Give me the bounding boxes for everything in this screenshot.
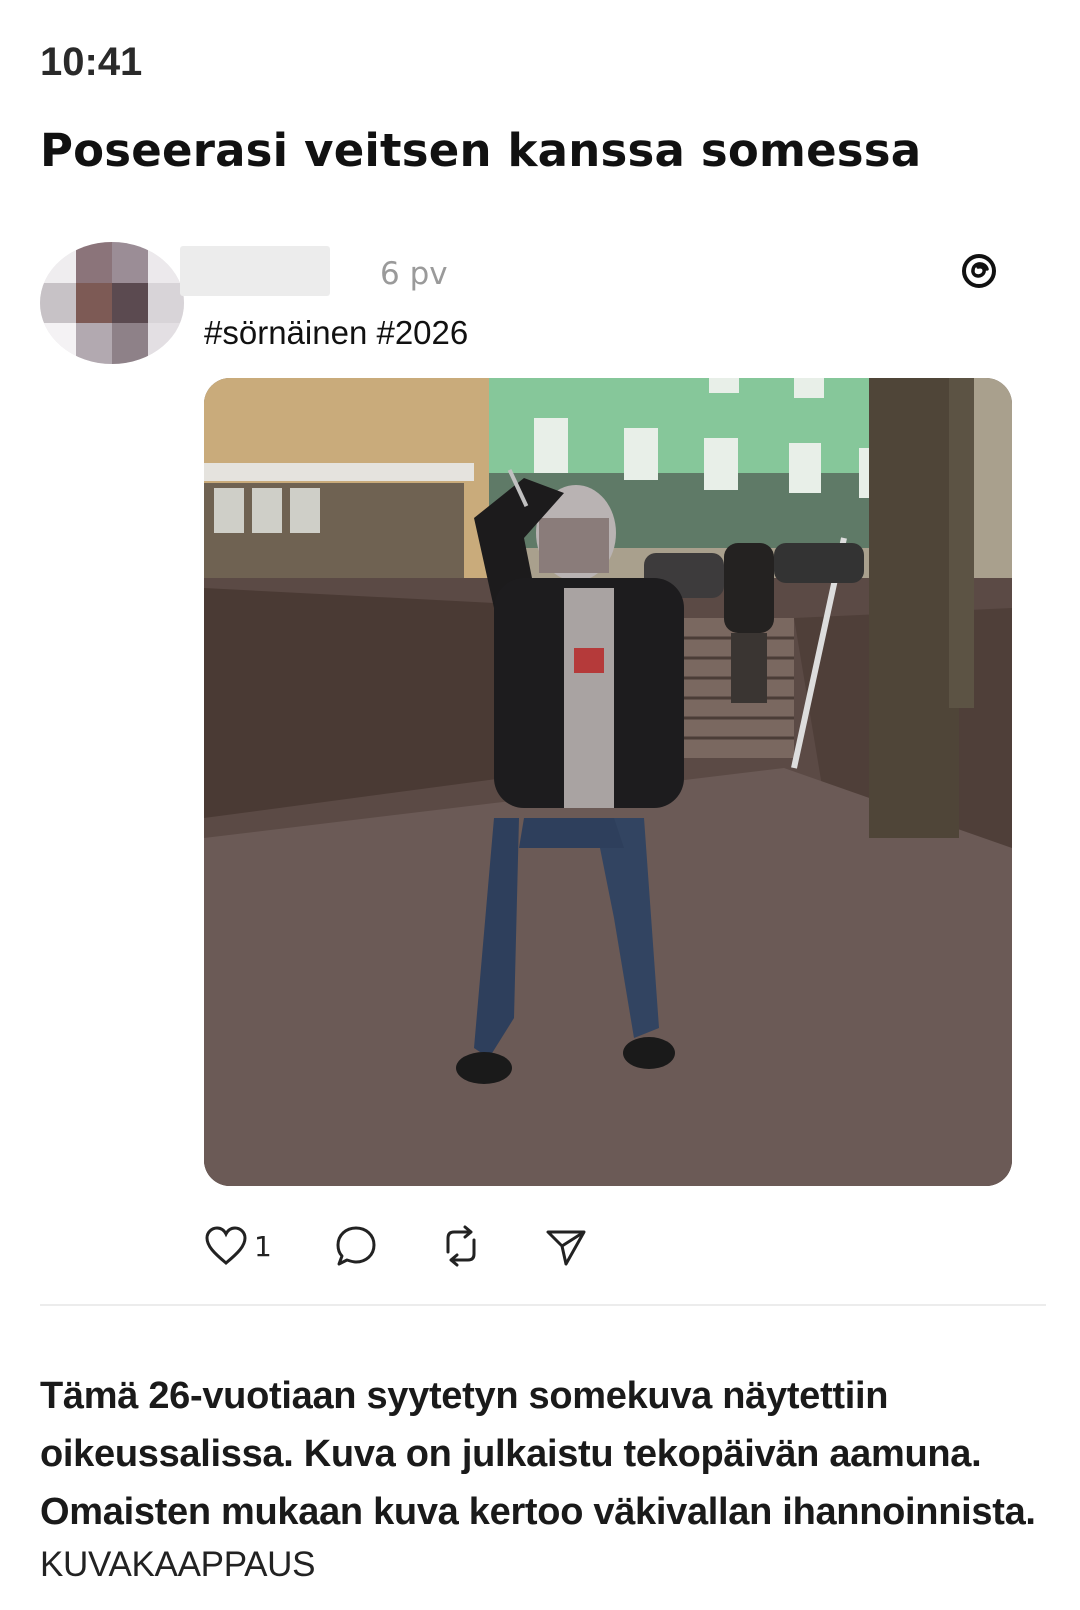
username-redacted — [180, 246, 330, 296]
article-caption: Tämä 26-vuotiaan syytetyn somekuva näyte… — [40, 1375, 1036, 1533]
avatar[interactable] — [40, 242, 184, 364]
status-bar-time: 10:41 — [40, 40, 143, 84]
comment-button[interactable] — [334, 1222, 378, 1270]
repost-button[interactable] — [438, 1222, 484, 1270]
post-photo[interactable] — [204, 378, 1012, 1186]
divider — [40, 1304, 1046, 1306]
image-credit: KUVAKAAPPAUS — [40, 1545, 316, 1584]
repost-icon — [446, 1225, 476, 1267]
threads-icon[interactable] — [958, 250, 1000, 292]
share-button[interactable] — [544, 1222, 588, 1270]
post-text: #sörnäinen #2026 — [204, 314, 469, 351]
heart-icon — [205, 1226, 247, 1265]
like-button[interactable]: 1 — [204, 1222, 272, 1270]
like-count: 1 — [254, 1229, 272, 1263]
post-age: 6 pv — [380, 256, 448, 292]
article-headline: Poseerasi veitsen kanssa somessa — [40, 124, 922, 177]
comment-icon — [336, 1226, 376, 1266]
share-icon — [546, 1230, 586, 1266]
